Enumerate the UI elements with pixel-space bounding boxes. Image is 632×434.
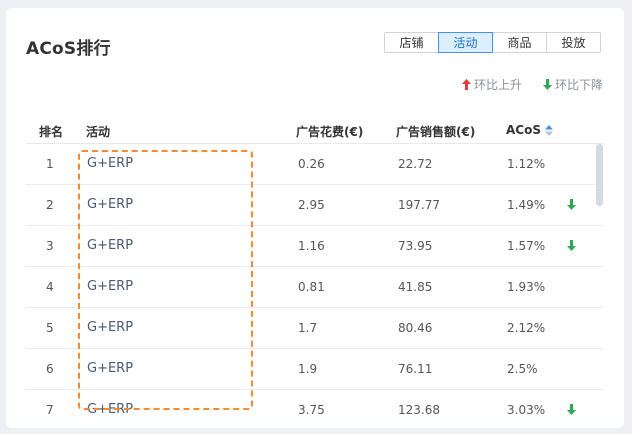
table-header: 排名 活动 广告花费(€) 广告销售额(€) ACoS (26, 114, 604, 146)
tab-product[interactable]: 商品 (492, 32, 547, 53)
ad-spend-cell: 1.9 (298, 362, 318, 376)
ad-spend-cell: 0.81 (298, 280, 325, 294)
table-body: 1 G+ERP 0.26 22.72 1.12% 2 G+ERP 2.95 19… (26, 143, 604, 429)
tab-activity[interactable]: 活动 (438, 32, 493, 53)
ad-sales-cell: 123.68 (398, 403, 440, 417)
ad-spend-cell: 1.7 (298, 321, 318, 335)
activity-cell[interactable]: G+ERP (87, 197, 133, 212)
activity-cell[interactable]: G+ERP (87, 320, 133, 335)
table-row[interactable]: 6 G+ERP 1.9 76.11 2.5% (26, 349, 604, 390)
table-row[interactable]: 1 G+ERP 0.26 22.72 1.12% (26, 144, 604, 185)
table-row[interactable]: 5 G+ERP 1.7 80.46 2.12% (26, 308, 604, 349)
segment-tabs: 店铺 活动 商品 投放 (384, 32, 601, 53)
rank-cell: 4 (46, 280, 54, 294)
legend-up-label: 环比上升 (474, 78, 523, 92)
acos-ranking-card: ACoS排行 店铺 活动 商品 投放 环比上升 环比下降 排名 活动 广告花费(… (6, 8, 624, 428)
column-header-acos-label: ACoS (506, 123, 541, 137)
acos-cell: 1.12% (507, 157, 546, 171)
acos-cell: 2.5% (507, 362, 538, 376)
tab-placement[interactable]: 投放 (546, 32, 601, 53)
arrow-down-icon (567, 240, 576, 251)
column-header-ad-spend: 广告花费(€) (296, 125, 364, 139)
rank-cell: 2 (46, 198, 54, 212)
table-row[interactable]: 7 G+ERP 3.75 123.68 3.03% (26, 390, 604, 429)
ad-sales-cell: 73.95 (398, 239, 433, 253)
activity-cell[interactable]: G+ERP (87, 238, 133, 253)
activity-cell[interactable]: G+ERP (87, 361, 133, 376)
activity-cell[interactable]: G+ERP (87, 402, 133, 417)
ad-sales-cell: 197.77 (398, 198, 440, 212)
legend-down: 环比下降 (543, 76, 603, 93)
ad-sales-cell: 22.72 (398, 157, 433, 171)
arrow-down-icon (543, 79, 552, 90)
table-row[interactable]: 4 G+ERP 0.81 41.85 1.93% (26, 267, 604, 308)
ad-spend-cell: 1.16 (298, 239, 325, 253)
ad-sales-cell: 41.85 (398, 280, 433, 294)
acos-cell: 3.03% (507, 403, 546, 417)
ad-spend-cell: 0.26 (298, 157, 325, 171)
rank-cell: 1 (46, 157, 54, 171)
arrow-up-icon (462, 79, 471, 90)
sort-icon[interactable] (544, 125, 553, 136)
page-title: ACoS排行 (26, 39, 111, 59)
rank-cell: 7 (46, 403, 54, 417)
acos-cell: 1.93% (507, 280, 546, 294)
column-header-ad-sales: 广告销售额(€) (396, 125, 476, 139)
acos-cell: 1.57% (507, 239, 546, 253)
acos-cell: 2.12% (507, 321, 546, 335)
rank-cell: 5 (46, 321, 54, 335)
ad-spend-cell: 2.95 (298, 198, 325, 212)
table-row[interactable]: 3 G+ERP 1.16 73.95 1.57% (26, 226, 604, 267)
ad-sales-cell: 80.46 (398, 321, 433, 335)
activity-cell[interactable]: G+ERP (87, 156, 133, 171)
column-header-rank: 排名 (39, 125, 64, 139)
scrollbar-thumb[interactable] (596, 144, 603, 206)
ad-spend-cell: 3.75 (298, 403, 325, 417)
legend-up: 环比上升 (462, 76, 522, 93)
rank-cell: 6 (46, 362, 54, 376)
tab-store[interactable]: 店铺 (384, 32, 439, 53)
ad-sales-cell: 76.11 (398, 362, 433, 376)
table-row[interactable]: 2 G+ERP 2.95 197.77 1.49% (26, 185, 604, 226)
column-header-acos[interactable]: ACoS (506, 123, 553, 137)
acos-cell: 1.49% (507, 198, 546, 212)
arrow-down-icon (567, 199, 576, 210)
rank-cell: 3 (46, 239, 54, 253)
column-header-activity: 活动 (86, 125, 111, 139)
legend-down-label: 环比下降 (555, 78, 604, 92)
activity-cell[interactable]: G+ERP (87, 279, 133, 294)
arrow-down-icon (567, 404, 576, 415)
